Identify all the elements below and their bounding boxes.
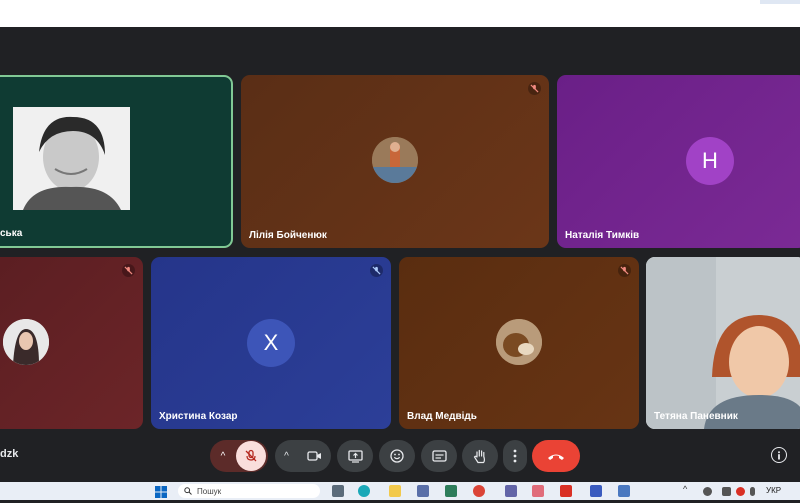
- participant-name: Влад Медвідь: [407, 411, 477, 422]
- mic-off-icon: [245, 449, 257, 462]
- leave-call-button[interactable]: [532, 440, 580, 472]
- participant-tile[interactable]: Лілія Бойченюк: [241, 75, 549, 248]
- headset-icon[interactable]: [736, 487, 745, 496]
- search-icon: [184, 487, 192, 495]
- more-vertical-icon: [513, 449, 517, 463]
- mic-off-icon: [618, 264, 631, 277]
- app-icon[interactable]: [445, 485, 457, 497]
- app-icon-active[interactable]: [532, 485, 544, 497]
- emoji-reaction-button[interactable]: [379, 440, 415, 472]
- participant-tile[interactable]: Х Христина Козар: [151, 257, 391, 429]
- call-controls-bar: dzk ^ ^: [0, 432, 800, 482]
- tray-chevron-icon[interactable]: ^: [683, 484, 687, 494]
- meeting-info-button[interactable]: [771, 447, 787, 463]
- toggle-mic-button[interactable]: [236, 441, 266, 471]
- mic-off-icon: [528, 82, 541, 95]
- participant-tile[interactable]: Н Наталія Тимків: [557, 75, 800, 248]
- browser-top-bar: [0, 0, 800, 27]
- file-explorer-icon[interactable]: [389, 485, 401, 497]
- meeting-code: dzk: [0, 448, 19, 460]
- app-icon[interactable]: [618, 485, 630, 497]
- participant-video-feed: [646, 257, 800, 429]
- participant-name: Лілія Бойченюк: [249, 230, 327, 241]
- participant-tile-video[interactable]: Тетяна Паневник: [646, 257, 800, 429]
- more-options-button[interactable]: [503, 440, 527, 472]
- teams-icon[interactable]: [505, 485, 517, 497]
- avatar-initial: Н: [686, 137, 734, 185]
- participant-tile[interactable]: [0, 257, 143, 429]
- mic-control-group: ^: [210, 440, 268, 472]
- raise-hand-button[interactable]: [462, 440, 498, 472]
- app-icon[interactable]: [417, 485, 429, 497]
- app-icon[interactable]: [332, 485, 344, 497]
- microphone-tray-icon[interactable]: [750, 487, 755, 496]
- participant-tile[interactable]: Влад Медвідь: [399, 257, 639, 429]
- mic-options-chevron-icon[interactable]: ^: [210, 451, 236, 462]
- tray-icon[interactable]: [722, 487, 731, 496]
- taskbar-search-box[interactable]: Пошук: [178, 484, 320, 498]
- camera-control-group: ^: [275, 440, 331, 472]
- meeting-stage: ська Лілія Бойченюк Н Наталія Тимків Х Х…: [0, 27, 800, 482]
- avatar: [496, 319, 542, 365]
- chrome-icon[interactable]: [473, 485, 485, 497]
- os-taskbar: Пошук ^ УКР: [0, 482, 800, 500]
- participant-photo: [13, 107, 130, 210]
- edge-browser-icon[interactable]: [358, 485, 370, 497]
- participant-tile-active[interactable]: ська: [0, 75, 233, 248]
- participant-name: Тетяна Паневник: [654, 411, 738, 422]
- participant-name: Наталія Тимків: [565, 230, 640, 241]
- pdf-reader-icon[interactable]: [560, 485, 572, 497]
- camera-options-chevron-icon[interactable]: ^: [284, 451, 289, 462]
- captions-button[interactable]: [421, 440, 457, 472]
- avatar-initial: Х: [247, 319, 295, 367]
- participant-name: ська: [0, 228, 23, 239]
- raise-hand-icon: [473, 449, 485, 463]
- woman-portrait-photo: [13, 107, 130, 210]
- present-screen-button[interactable]: [337, 440, 373, 472]
- hang-up-icon: [548, 454, 564, 460]
- keyboard-language[interactable]: УКР: [766, 486, 781, 495]
- avatar: [372, 137, 418, 183]
- windows-start-icon[interactable]: [155, 485, 167, 498]
- tray-icon[interactable]: [703, 487, 712, 496]
- mic-off-icon: [122, 264, 135, 277]
- avatar: [3, 319, 49, 365]
- save-app-icon[interactable]: [590, 485, 602, 497]
- present-screen-icon: [347, 449, 363, 463]
- captions-icon: [431, 450, 447, 462]
- emoji-icon: [390, 449, 404, 463]
- mic-off-icon: [370, 264, 383, 277]
- taskbar-search-placeholder: Пошук: [197, 486, 222, 496]
- participant-name: Христина Козар: [159, 411, 238, 422]
- camera-icon[interactable]: [307, 450, 322, 462]
- browser-edge: [760, 0, 800, 4]
- info-icon: [778, 450, 780, 459]
